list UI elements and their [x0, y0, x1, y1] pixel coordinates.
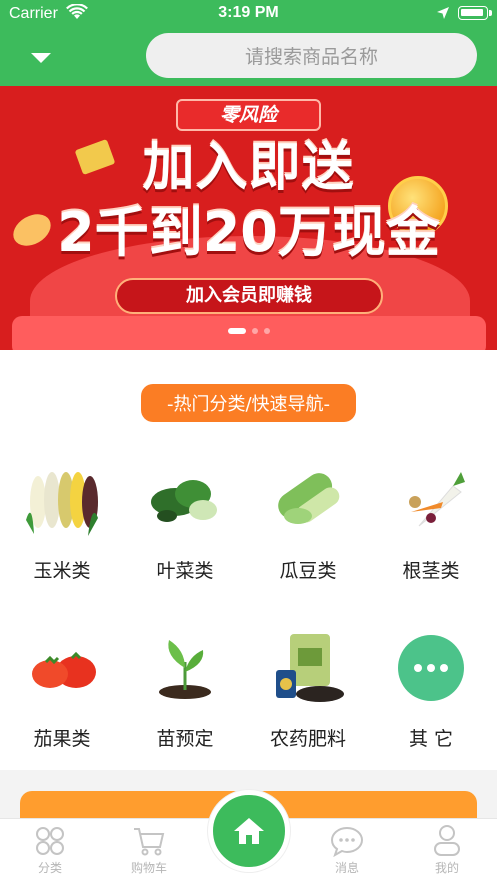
category-gourd[interactable]: 瓜豆类: [253, 460, 363, 590]
root-vegetable-icon: [391, 460, 471, 540]
tab-label: 购物车: [130, 861, 167, 875]
cart-icon: [104, 823, 194, 859]
banner-headline-1: 加入即送: [142, 138, 355, 198]
category-label: 根茎类: [402, 560, 460, 582]
banner-badge: 零风险: [176, 99, 321, 131]
category-leafy-greens[interactable]: 叶菜类: [130, 460, 240, 590]
category-corn[interactable]: 玉米类: [7, 460, 117, 590]
carousel-dot[interactable]: [263, 328, 270, 334]
app-screen: Carrier 3:19 PM 请搜索商品名称 零风险 加入即送 2千到20万现…: [0, 0, 497, 883]
chevron-down-icon: [31, 53, 51, 63]
category-label: 苗预定: [156, 728, 214, 750]
corn-icon: [22, 460, 102, 540]
category-icon: [5, 823, 95, 859]
home-icon: [234, 818, 264, 844]
category-seedling[interactable]: 苗预定: [130, 628, 240, 758]
gourd-icon: [268, 460, 348, 540]
category-root-vegetables[interactable]: 根茎类: [376, 460, 486, 590]
seedling-icon: [145, 628, 225, 708]
menu-dropdown-button[interactable]: [28, 48, 54, 68]
category-tomato[interactable]: 茄果类: [7, 628, 117, 758]
category-section-title-text: -热门分类/快速导航-: [166, 394, 331, 415]
tab-home-button[interactable]: [208, 790, 290, 872]
search-input[interactable]: 请搜索商品名称: [146, 33, 477, 78]
promo-banner[interactable]: 零风险 加入即送 2千到20万现金 加入会员即赚钱: [0, 86, 497, 350]
tab-label: 我的: [434, 861, 459, 875]
category-panel: -热门分类/快速导航- 玉米类 叶菜类 瓜豆类 根茎类 茄果类 苗预定 农药肥料…: [0, 350, 497, 770]
tab-label: 消息: [334, 861, 359, 875]
tab-category[interactable]: 分类: [5, 823, 95, 876]
category-label: 茄果类: [33, 728, 91, 750]
category-section-title: -热门分类/快速导航-: [141, 384, 356, 422]
location-arrow-icon: [436, 6, 450, 24]
more-icon: [391, 628, 471, 708]
top-bar: Carrier 3:19 PM 请搜索商品名称: [0, 0, 497, 86]
status-bar: Carrier 3:19 PM: [0, 0, 497, 28]
category-label: 玉米类: [33, 560, 91, 582]
search-placeholder: 请搜索商品名称: [244, 46, 378, 68]
banner-headline-2: 2千到20万现金: [57, 201, 440, 264]
tab-messages[interactable]: 消息: [302, 823, 392, 876]
category-other[interactable]: 其 它: [376, 628, 486, 758]
category-label: 瓜豆类: [279, 560, 337, 582]
category-label: 农药肥料: [269, 728, 346, 750]
tomato-icon: [22, 628, 102, 708]
carousel-dot[interactable]: [251, 328, 258, 334]
clock: 3:19 PM: [218, 4, 279, 21]
battery-icon: [458, 6, 492, 20]
carousel-dot[interactable]: [227, 328, 246, 334]
carousel-indicators: [0, 328, 497, 334]
tab-profile[interactable]: 我的: [402, 823, 492, 876]
banner-cta-button[interactable]: 加入会员即赚钱: [115, 278, 383, 314]
category-label: 叶菜类: [156, 560, 214, 582]
message-icon: [302, 823, 392, 859]
leafy-greens-icon: [145, 460, 225, 540]
category-fertilizer[interactable]: 农药肥料: [253, 628, 363, 758]
category-label: 其 它: [408, 728, 454, 750]
profile-icon: [402, 823, 492, 859]
tab-label: 分类: [37, 861, 62, 875]
tab-cart[interactable]: 购物车: [104, 823, 194, 876]
fertilizer-icon: [268, 628, 348, 708]
